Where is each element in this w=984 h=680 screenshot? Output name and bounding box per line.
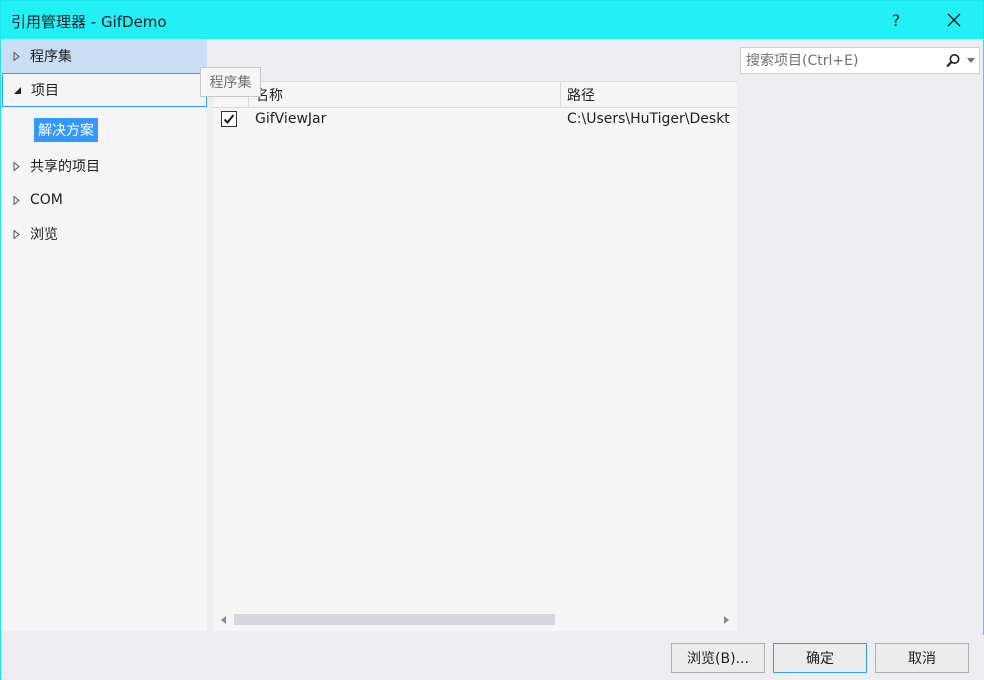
close-icon [947, 13, 961, 27]
column-header-name[interactable]: 名称 [249, 82, 561, 107]
search-icon[interactable] [945, 53, 961, 69]
reference-list: 名称 路径 GifViewJar C:\Users\HuTiger\Deskt [213, 81, 737, 631]
reference-manager-window: 引用管理器 - GifDemo ? 程序集 项目 解决方案 共享的项目 COM … [0, 0, 984, 680]
chevron-down-icon[interactable] [967, 58, 975, 64]
nav-subitem-solution[interactable]: 解决方案 [34, 118, 98, 142]
browse-button[interactable]: 浏览(B)... [671, 643, 765, 673]
title-bar: 引用管理器 - GifDemo ? [1, 1, 983, 39]
column-header-path[interactable]: 路径 [561, 82, 737, 107]
scroll-left-icon[interactable] [219, 615, 229, 625]
nav-item-label: 程序集 [30, 49, 72, 65]
nav-item-label: COM [30, 192, 63, 208]
nav-item-browse[interactable]: 浏览 [2, 217, 207, 251]
category-nav: 程序集 项目 解决方案 共享的项目 COM 浏览 [2, 39, 207, 631]
search-box [740, 47, 980, 74]
nav-item-com[interactable]: COM [2, 183, 207, 217]
nav-item-label: 共享的项目 [30, 159, 100, 175]
expand-arrow-icon[interactable] [2, 51, 30, 61]
window-title: 引用管理器 - GifDemo [11, 13, 167, 31]
close-button[interactable] [931, 1, 977, 39]
expand-arrow-icon[interactable] [2, 161, 30, 171]
scroll-right-icon[interactable] [721, 615, 731, 625]
cancel-button[interactable]: 取消 [875, 643, 969, 673]
nav-item-assemblies[interactable]: 程序集 [2, 39, 207, 73]
row-check-cell [221, 108, 241, 130]
tooltip: 程序集 [200, 67, 261, 97]
ok-button[interactable]: 确定 [773, 643, 867, 673]
expand-arrow-icon[interactable] [2, 229, 30, 239]
reference-checkbox[interactable] [221, 111, 237, 127]
collapse-arrow-icon[interactable] [3, 86, 31, 95]
row-path: C:\Users\HuTiger\Deskt [567, 111, 730, 127]
help-button[interactable]: ? [873, 1, 919, 39]
row-name: GifViewJar [255, 111, 327, 127]
table-row[interactable]: GifViewJar C:\Users\HuTiger\Deskt [213, 108, 737, 130]
list-header: 名称 路径 [213, 81, 737, 108]
nav-item-shared-projects[interactable]: 共享的项目 [2, 149, 207, 183]
checkmark-icon [223, 114, 235, 124]
horizontal-scrollbar[interactable] [213, 611, 737, 628]
help-icon: ? [891, 10, 901, 30]
nav-item-label: 浏览 [30, 227, 58, 243]
scrollbar-thumb[interactable] [234, 614, 555, 625]
dialog-footer: 浏览(B)... 确定 取消 [2, 635, 984, 680]
search-input[interactable] [741, 48, 937, 73]
nav-item-projects[interactable]: 项目 [2, 73, 207, 107]
expand-arrow-icon[interactable] [2, 195, 30, 205]
nav-item-label: 项目 [31, 83, 59, 99]
